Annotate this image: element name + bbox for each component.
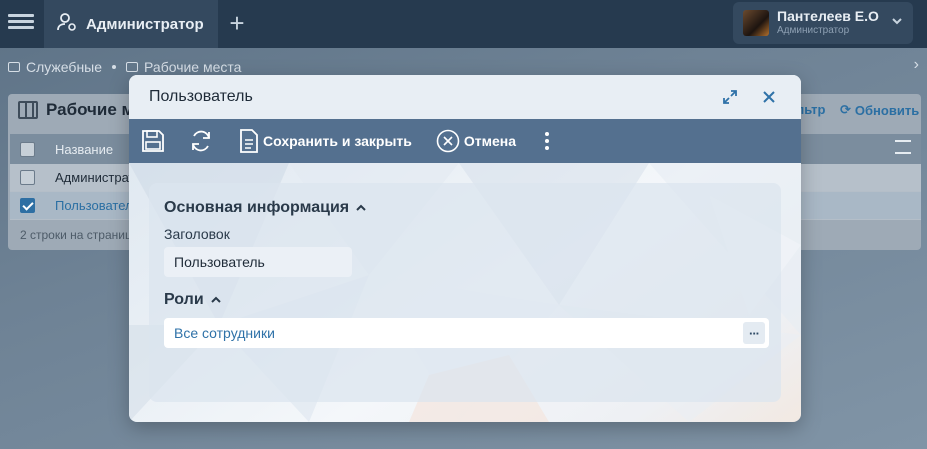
- row-checkbox[interactable]: [20, 198, 35, 213]
- refresh-icon: [192, 130, 210, 152]
- save-button[interactable]: [141, 119, 165, 163]
- refresh-button[interactable]: ⟳ Обновить: [840, 102, 919, 118]
- save-and-close-button[interactable]: Сохранить и закрыть: [239, 119, 412, 163]
- dialog-title: Пользователь: [149, 88, 253, 105]
- row-checkbox[interactable]: [20, 170, 35, 185]
- column-settings-icon[interactable]: [895, 140, 911, 154]
- close-button[interactable]: [759, 87, 779, 107]
- chevron-right-icon[interactable]: ›: [914, 56, 919, 74]
- document-icon: [240, 129, 258, 153]
- avatar: [743, 10, 769, 36]
- refresh-icon: ⟳: [840, 102, 851, 117]
- chevron-up-icon: [356, 204, 366, 211]
- user-menu[interactable]: Пантелеев Е.О Администратор: [733, 2, 913, 44]
- more-options-button[interactable]: [544, 119, 550, 163]
- column-header-name[interactable]: Название: [55, 142, 113, 157]
- breadcrumb-separator: [112, 65, 117, 69]
- user-dialog: Пользователь Сохранить и закрыть Отмена …: [129, 75, 801, 422]
- roles-more-button[interactable]: ···: [743, 322, 765, 344]
- dialog-toolbar: Сохранить и закрыть Отмена: [129, 119, 801, 163]
- roles-field: Все сотрудники ···: [164, 318, 769, 348]
- cancel-circle-icon: [436, 129, 460, 153]
- more-vertical-icon: [545, 132, 550, 150]
- user-settings-icon: [56, 11, 78, 37]
- dialog-header: Пользователь: [129, 75, 801, 119]
- breadcrumb-item[interactable]: Рабочие места: [144, 59, 241, 75]
- form-card: Основная информация Заголовок Роли Все с…: [149, 183, 781, 402]
- section-roles-header[interactable]: Роли: [164, 291, 222, 309]
- tab-administrator[interactable]: Администратор: [44, 0, 218, 48]
- select-all-checkbox[interactable]: [20, 141, 35, 157]
- title-field-label: Заголовок: [164, 226, 230, 242]
- save-icon: [142, 130, 164, 152]
- add-tab-button[interactable]: +: [226, 10, 248, 36]
- user-role: Администратор: [777, 25, 850, 36]
- top-bar: Администратор + Пантелеев Е.О Администра…: [0, 0, 927, 48]
- expand-icon: [723, 90, 737, 104]
- close-icon: [763, 91, 775, 103]
- cancel-button[interactable]: Отмена: [436, 119, 516, 163]
- section-main-header[interactable]: Основная информация: [164, 199, 367, 217]
- maximize-button[interactable]: [720, 87, 740, 107]
- title-field[interactable]: [164, 247, 352, 277]
- grid-icon: [18, 101, 38, 119]
- tab-label: Администратор: [86, 15, 204, 33]
- refresh-button[interactable]: [189, 119, 213, 163]
- folder-icon: [8, 62, 20, 72]
- workplace-icon: [126, 62, 139, 72]
- user-name: Пантелеев Е.О: [777, 8, 879, 24]
- chevron-down-icon: [891, 15, 903, 30]
- chevron-up-icon: [210, 296, 221, 303]
- role-link[interactable]: Все сотрудники: [174, 325, 275, 341]
- menu-icon[interactable]: [8, 10, 34, 36]
- breadcrumb-item[interactable]: Служебные: [26, 59, 102, 75]
